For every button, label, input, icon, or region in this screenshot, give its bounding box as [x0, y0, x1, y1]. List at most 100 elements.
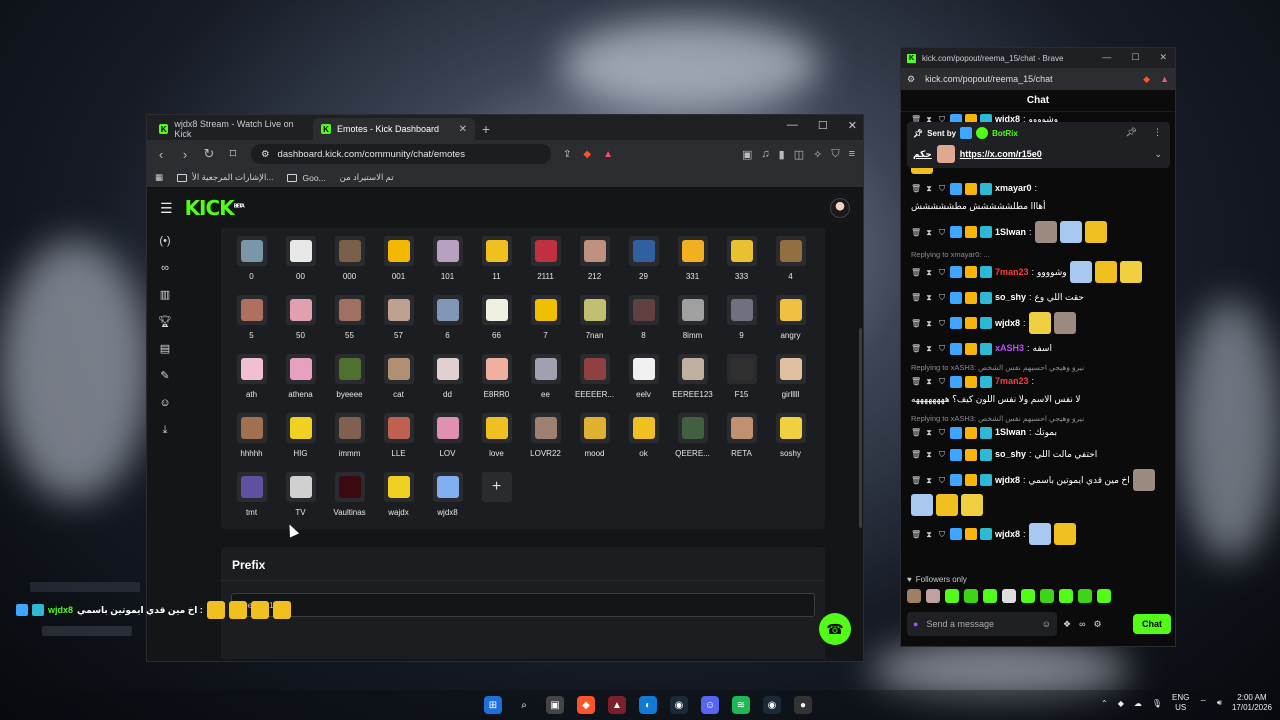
- search-icon[interactable]: ⌕: [515, 696, 533, 714]
- emote-item[interactable]: 00: [276, 236, 325, 288]
- timeout-icon[interactable]: ⧗: [924, 425, 934, 440]
- trash-icon[interactable]: 🗑︎: [911, 473, 921, 488]
- settings-gear-icon[interactable]: ⚙: [1094, 619, 1102, 630]
- close-tab-icon[interactable]: ✕: [459, 124, 467, 135]
- emote-item[interactable]: hhhhh: [227, 413, 276, 465]
- chat-message-list[interactable]: 🗑︎⧗⛉wjdx8:وشوووو🗑︎⧗⛉xASH3:نيرو وهيجي احس…: [901, 112, 1177, 580]
- quick-emote[interactable]: [983, 589, 997, 603]
- chat-message[interactable]: 🗑︎ ⧗ ⛉ xASH3: اسفه: [911, 341, 1167, 356]
- timeout-icon[interactable]: ⧗: [924, 473, 934, 488]
- scrollbar[interactable]: [859, 328, 862, 528]
- unpin-icon[interactable]: 📌︎: [1126, 127, 1137, 138]
- timeout-icon[interactable]: ⧗: [924, 181, 934, 196]
- quick-emote[interactable]: [1097, 589, 1111, 603]
- timeout-icon[interactable]: ⧗: [924, 341, 934, 356]
- emote-item[interactable]: 8: [619, 295, 668, 347]
- emote-item[interactable]: wajdx: [374, 472, 423, 524]
- close-window-icon[interactable]: ✕: [848, 119, 857, 132]
- chat-username[interactable]: so_shy: [995, 447, 1026, 462]
- trash-icon[interactable]: 🗑︎: [911, 527, 921, 542]
- emote-item[interactable]: EEEEER...: [570, 354, 619, 406]
- emote-item[interactable]: eelv: [619, 354, 668, 406]
- emote-item[interactable]: girlllll: [766, 354, 815, 406]
- site-info-icon[interactable]: ⚙: [907, 74, 915, 85]
- clock[interactable]: 2:00 AM 17/01/2026: [1232, 693, 1272, 713]
- media-icon[interactable]: ♫: [761, 148, 769, 161]
- task-view-icon[interactable]: ▣: [546, 696, 564, 714]
- steam-icon[interactable]: ◉: [670, 696, 688, 714]
- emote-item[interactable]: 57: [374, 295, 423, 347]
- site-info-icon[interactable]: ⚙: [261, 149, 270, 160]
- quick-emote[interactable]: [926, 589, 940, 603]
- spotify-icon[interactable]: ≋: [732, 696, 750, 714]
- microphone-icon[interactable]: 🎙︎: [1152, 699, 1162, 708]
- vpn-icon[interactable]: ⛉: [831, 148, 839, 161]
- trash-icon[interactable]: 🗑︎: [911, 316, 921, 331]
- obs-icon[interactable]: ●: [794, 696, 812, 714]
- emote-item[interactable]: angry: [766, 295, 815, 347]
- chat-username[interactable]: xmayar0: [995, 181, 1032, 196]
- chat-message[interactable]: 🗑︎ ⧗ ⛉ xmayar0: أهااا مطلششششش مطششششش: [911, 181, 1167, 214]
- emote-item[interactable]: ee: [521, 354, 570, 406]
- quick-emote[interactable]: [1078, 589, 1092, 603]
- emote-item[interactable]: Vaultinas: [325, 472, 374, 524]
- media-library-icon[interactable]: ▤: [160, 342, 170, 356]
- chat-message[interactable]: Replying to xASH3: نيرو وهيجي احسبهم نفس…: [911, 363, 1167, 407]
- chat-username[interactable]: wjdx8: [995, 316, 1020, 331]
- trash-icon[interactable]: 🗑︎: [911, 181, 921, 196]
- emote-item[interactable]: 101: [423, 236, 472, 288]
- emote-picker-icon[interactable]: ❖: [1063, 619, 1071, 630]
- emote-item[interactable]: dd: [423, 354, 472, 406]
- ban-icon[interactable]: ⛉: [937, 341, 947, 356]
- bookmark-icon[interactable]: ⌑: [227, 146, 239, 162]
- edge-icon[interactable]: ◐: [639, 696, 657, 714]
- emote-item[interactable]: 001: [374, 236, 423, 288]
- quick-emote[interactable]: [945, 589, 959, 603]
- timeout-icon[interactable]: ⧗: [924, 374, 934, 389]
- more-options-icon[interactable]: ⋮: [1153, 127, 1162, 138]
- timeout-icon[interactable]: ⧗: [924, 316, 934, 331]
- emote-item[interactable]: QEERE...: [668, 413, 717, 465]
- brave-rewards-icon[interactable]: ▲: [603, 149, 613, 160]
- pinned-message[interactable]: 📌︎ Sent by BotRix حكم https://x.com/r15e…: [907, 122, 1170, 168]
- hamburger-menu-icon[interactable]: ☰: [160, 200, 173, 217]
- emote-item[interactable]: RETA: [717, 413, 766, 465]
- bookmark-folder[interactable]: Goo...: [287, 173, 326, 183]
- minimize-icon[interactable]: —: [787, 119, 798, 132]
- emote-item[interactable]: 5: [227, 295, 276, 347]
- download-icon[interactable]: ⤓: [163, 423, 168, 437]
- chat-username[interactable]: wjdx8: [995, 473, 1020, 488]
- ban-icon[interactable]: ⛉: [937, 181, 947, 196]
- menu-icon[interactable]: ≡: [849, 148, 855, 161]
- help-chat-button[interactable]: ☎︎: [819, 613, 851, 645]
- emote-item[interactable]: 66: [472, 295, 521, 347]
- timeout-icon[interactable]: ⧗: [924, 265, 934, 280]
- ban-icon[interactable]: ⛉: [937, 265, 947, 280]
- emote-item[interactable]: HIG: [276, 413, 325, 465]
- chevron-down-icon[interactable]: ⌄: [1154, 149, 1162, 160]
- chat-send-button[interactable]: Chat: [1133, 614, 1171, 634]
- prefix-input[interactable]: reema_15: [231, 593, 815, 617]
- pinned-link[interactable]: https://x.com/r15e0: [960, 149, 1042, 159]
- close-window-icon[interactable]: ✕: [1159, 52, 1167, 63]
- brave-shields-icon[interactable]: ◆: [583, 149, 591, 160]
- infinity-icon[interactable]: ∞: [1079, 619, 1085, 630]
- emote-item[interactable]: 29: [619, 236, 668, 288]
- emote-item[interactable]: LOVR22: [521, 413, 570, 465]
- brave-rewards-icon[interactable]: ▲: [1160, 74, 1169, 85]
- emote-item[interactable]: F15: [717, 354, 766, 406]
- chat-message[interactable]: 🗑︎ ⧗ ⛉ wjdx8: اخ مين قدي ايموتين باسمي: [911, 469, 1167, 516]
- emote-item[interactable]: EEREE123: [668, 354, 717, 406]
- timeout-icon[interactable]: ⧗: [924, 527, 934, 542]
- emote-item[interactable]: 50: [276, 295, 325, 347]
- discord-icon[interactable]: ☺: [701, 696, 719, 714]
- chat-message[interactable]: 🗑︎ ⧗ ⛉ wjdx8:: [911, 312, 1167, 334]
- chat-message[interactable]: 🗑︎ ⧗ ⛉ wjdx8:: [911, 523, 1167, 545]
- emote-item[interactable]: love: [472, 413, 521, 465]
- emoji-icon[interactable]: ☺: [1042, 619, 1051, 629]
- add-emote-button[interactable]: +: [481, 472, 512, 502]
- wrench-icon[interactable]: ✎: [160, 369, 169, 383]
- emote-item[interactable]: TV: [276, 472, 325, 524]
- ban-icon[interactable]: ⛉: [937, 316, 947, 331]
- chat-username[interactable]: 7man23: [995, 265, 1029, 280]
